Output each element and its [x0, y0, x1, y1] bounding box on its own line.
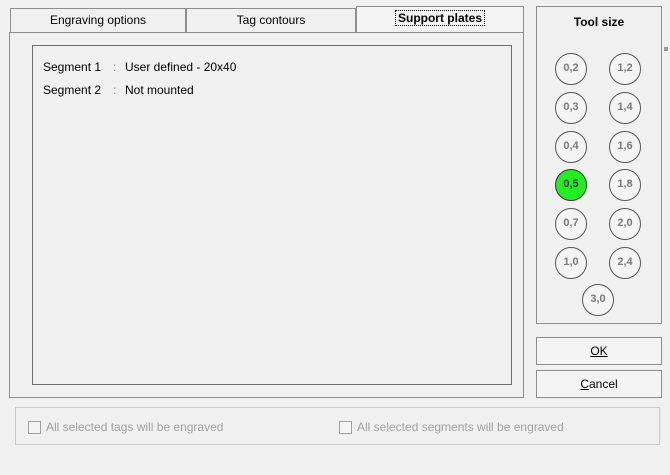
checkbox-box[interactable] [339, 420, 352, 434]
tool-size-title: Tool size [573, 15, 625, 29]
tags-engraved-label: All selected tags will be engraved [46, 420, 224, 434]
tab-label: Tag contours [236, 13, 306, 27]
segment-separator: : [113, 83, 117, 97]
tab-support-plates[interactable]: Support plates [356, 6, 524, 33]
tab-label: Engraving options [49, 13, 147, 27]
tool-size-button-0-4[interactable]: 0,4 [555, 131, 587, 163]
segment-separator: : [113, 60, 117, 74]
tab-tag-contours[interactable]: Tag contours [186, 8, 356, 32]
tags-engraved-checkbox[interactable]: All selected tags will be engraved [28, 420, 223, 434]
checkbox-box[interactable] [28, 420, 41, 434]
tool-size-button-1-6[interactable]: 1,6 [609, 131, 641, 163]
tool-size-button-1-4[interactable]: 1,4 [609, 92, 641, 124]
tool-size-button-2-0[interactable]: 2,0 [609, 208, 641, 240]
cancel-button-label: Cancel [580, 377, 618, 391]
tool-size-button-1-0[interactable]: 1,0 [555, 247, 587, 279]
segment-label: Segment 1 [43, 60, 102, 74]
ok-button[interactable]: OK [536, 337, 662, 365]
tool-size-button-0-3[interactable]: 0,3 [555, 92, 587, 124]
segment-value: Not mounted [125, 83, 194, 97]
segment-label: Segment 2 [43, 83, 102, 97]
window-edge-marker [664, 47, 668, 51]
tab-label: Support plates [394, 10, 485, 26]
segments-engraved-label: All selected segments will be engraved [357, 420, 564, 434]
segment-row[interactable]: Segment 1: User defined - 20x40 [43, 60, 236, 74]
segments-engraved-checkbox[interactable]: All selected segments will be engraved [339, 420, 564, 434]
tab-panel: Segment 1: User defined - 20x40 Segment 2… [9, 32, 524, 398]
tool-size-button-0-7[interactable]: 0,7 [555, 208, 587, 240]
tool-size-panel: Tool size 0,2 1,2 0,3 1,4 0,4 1,6 0,5 1,… [536, 6, 662, 324]
tool-size-button-1-8[interactable]: 1,8 [609, 169, 641, 201]
tool-size-button-3-0[interactable]: 3,0 [582, 284, 614, 316]
tab-engraving-options[interactable]: Engraving options [10, 8, 186, 32]
segment-row[interactable]: Segment 2: Not mounted [43, 83, 194, 97]
tool-size-button-2-4[interactable]: 2,4 [609, 247, 641, 279]
tool-size-button-0-5[interactable]: 0,5 [555, 169, 587, 201]
tool-size-button-0-2[interactable]: 0,2 [555, 53, 587, 85]
engraving-options-group: All selected tags will be engraved All s… [15, 407, 660, 445]
cancel-button[interactable]: Cancel [536, 370, 662, 398]
segment-list[interactable]: Segment 1: User defined - 20x40 Segment 2… [32, 45, 512, 385]
segment-value: User defined - 20x40 [125, 60, 237, 74]
ok-button-label: OK [590, 344, 608, 358]
tool-size-button-1-2[interactable]: 1,2 [609, 53, 641, 85]
